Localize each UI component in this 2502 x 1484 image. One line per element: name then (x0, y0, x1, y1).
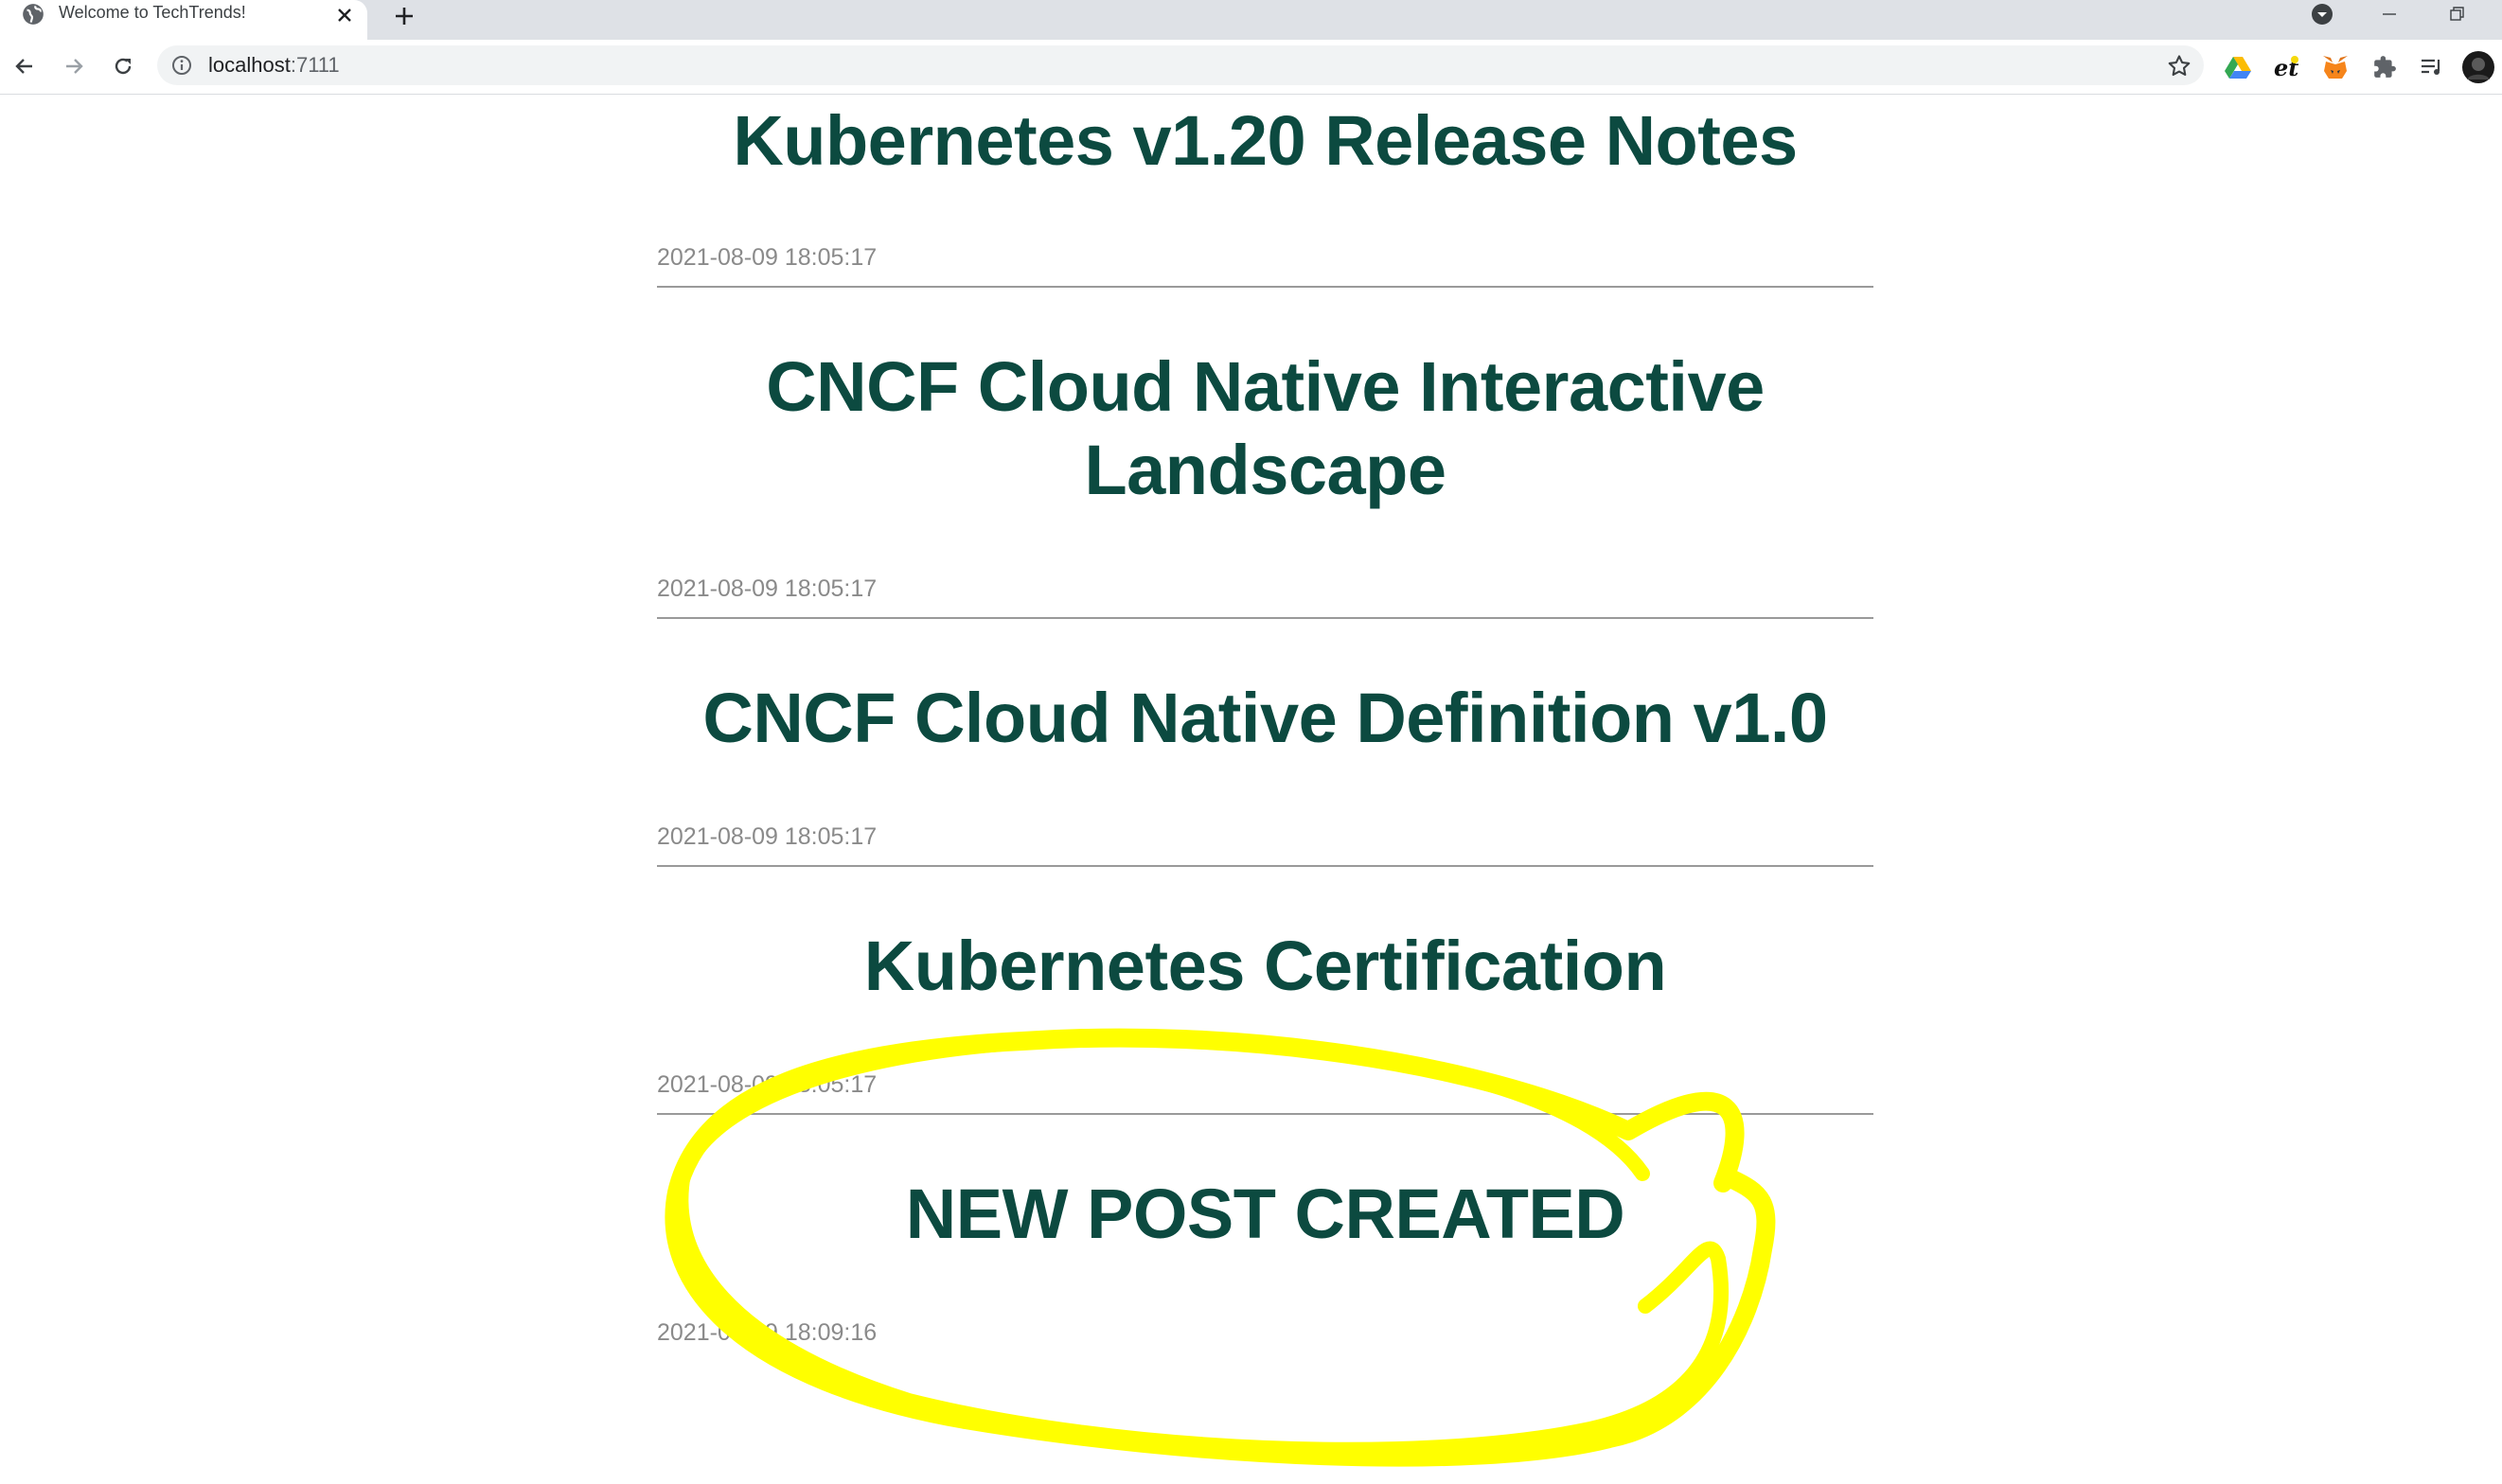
metamask-fox-icon[interactable] (2319, 51, 2351, 83)
post-title-link-line1[interactable]: CNCF Cloud Native Interactive (766, 347, 1765, 426)
browser-tab[interactable]: Welcome to TechTrends! (0, 0, 367, 40)
post-divider (657, 1113, 1873, 1115)
post-title[interactable]: Kubernetes v1.20 Release Notes (657, 99, 1873, 183)
google-drive-icon[interactable] (2222, 51, 2254, 83)
post-title[interactable]: Landscape (657, 429, 1873, 512)
url-port: :7111 (290, 53, 340, 77)
bookmark-star-icon[interactable] (2166, 53, 2192, 80)
post-title-link[interactable]: NEW POST CREATED (906, 1175, 1625, 1253)
post-divider (657, 286, 1873, 288)
post-created-date: 2021-08-09 18:09:16 (657, 1319, 878, 1346)
globe-icon (23, 4, 44, 25)
puzzle-extensions-icon[interactable] (2369, 51, 2401, 83)
post-title[interactable]: Kubernetes Certification (657, 925, 1873, 1008)
post-title-link[interactable]: CNCF Cloud Native Definition v1.0 (702, 679, 1828, 757)
info-icon[interactable] (170, 54, 193, 77)
post-title-link[interactable]: Kubernetes v1.20 Release Notes (733, 101, 1798, 180)
tab-strip: Welcome to TechTrends! (0, 0, 2502, 40)
post-title[interactable]: CNCF Cloud Native Interactive (657, 345, 1873, 429)
page-content: Kubernetes v1.20 Release Notes 2021-08-0… (0, 96, 2502, 1484)
close-tab-icon[interactable] (331, 2, 358, 28)
url-host: localhost (208, 53, 291, 77)
post-title[interactable]: CNCF Cloud Native Definition v1.0 (657, 677, 1873, 760)
forward-icon[interactable] (57, 49, 91, 83)
post-divider (657, 617, 1873, 619)
reload-icon[interactable] (106, 49, 140, 83)
browser-toolbar: localhost:7111 et (0, 40, 2502, 95)
post-divider (657, 865, 1873, 867)
restore-window-icon[interactable] (2439, 0, 2476, 28)
url-text[interactable]: localhost:7111 (208, 53, 340, 78)
post-created-date: 2021-08-09 18:05:17 (657, 244, 878, 271)
new-tab-button[interactable] (388, 0, 420, 32)
minimize-window-icon[interactable] (2370, 0, 2408, 28)
profile-avatar[interactable] (2462, 51, 2494, 83)
post-title-link-line2[interactable]: Landscape (1084, 431, 1446, 509)
post-created-date: 2021-08-09 18:05:17 (657, 823, 878, 850)
address-bar[interactable]: localhost:7111 (157, 45, 2204, 85)
post-title-link[interactable]: Kubernetes Certification (864, 927, 1667, 1005)
post-title[interactable]: NEW POST CREATED (657, 1173, 1873, 1256)
reading-list-icon[interactable] (2416, 51, 2448, 83)
et-extension-icon[interactable]: et (2269, 51, 2301, 83)
post-created-date: 2021-08-09 18:05:17 (657, 575, 878, 602)
back-icon[interactable] (8, 49, 42, 83)
tab-title: Welcome to TechTrends! (59, 3, 246, 22)
post-created-date: 2021-08-09 18:05:17 (657, 1071, 878, 1098)
tab-search-icon[interactable] (2303, 0, 2341, 28)
